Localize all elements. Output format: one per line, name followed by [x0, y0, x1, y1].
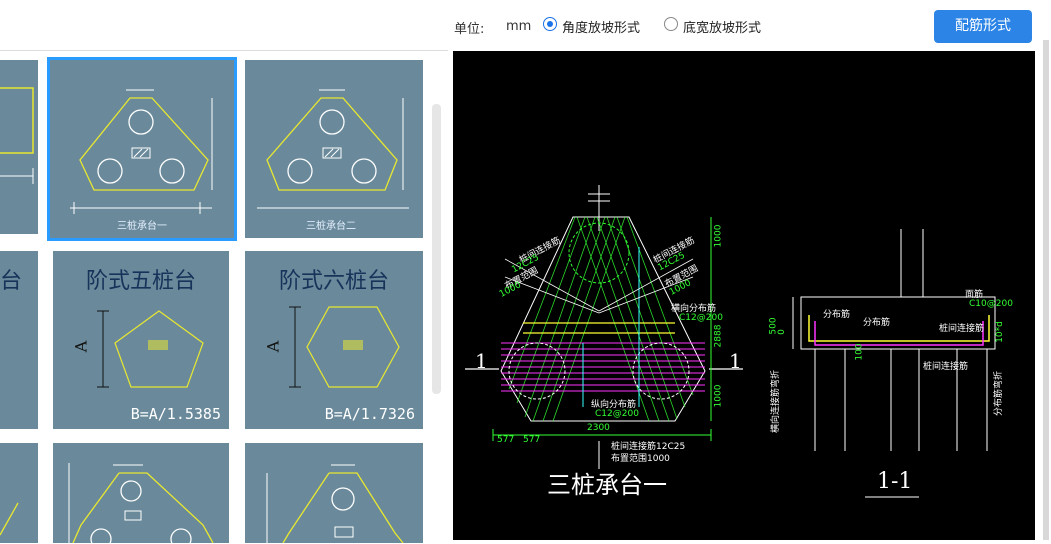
unit-value: mm	[506, 19, 532, 34]
dim-1000-top: 1000	[713, 224, 724, 248]
sec-label-dist-a: 分布筋	[823, 310, 851, 320]
dim-1000-bottom: 1000	[713, 384, 724, 408]
sec-label-top-right-value: C10@200	[969, 299, 1013, 309]
three-pile-1-diagram	[70, 89, 213, 214]
sec-dim-0: 0	[776, 329, 787, 335]
gallery-tile-r1c1[interactable]	[0, 60, 38, 234]
gallery-tile-r3c3[interactable]	[245, 443, 423, 543]
section-mark-right: 1	[729, 349, 742, 373]
window-scrollbar[interactable]	[1043, 40, 1049, 540]
six-pile-formula: B=A/1.7326	[324, 405, 415, 423]
tile-r3c1-shape	[0, 502, 19, 536]
sec-label-pile-rebar: 桩间连接筋	[939, 324, 985, 334]
sec-label-left-vertical: 横向连接筋弯折	[771, 369, 782, 434]
five-pile-dim-a: A	[71, 340, 91, 353]
gallery-tile-three-pile-1[interactable]: 三桩承台一	[47, 57, 237, 241]
three-pile-1-caption: 三桩承台一	[117, 221, 167, 232]
sec-dim-100: 100	[854, 343, 865, 361]
dim-2300: 2300	[587, 423, 610, 433]
toolbar: 单位: mm 角度放坡形式 底宽放坡形式 配筋形式	[0, 0, 1051, 50]
sec-label-right-vertical: 分布筋弯折	[994, 370, 1005, 417]
cad-drawing	[465, 185, 996, 498]
tile-r3c3-diagram	[266, 464, 404, 543]
radio-width-label[interactable]: 底宽放坡形式	[683, 17, 761, 36]
sec-label-dist-b: 分布筋	[863, 318, 891, 328]
six-pile-dim-a: A	[263, 340, 283, 353]
gallery-tile-r3c1[interactable]	[0, 443, 38, 543]
gallery-tile-r2c1[interactable]: 台	[0, 251, 38, 429]
drawing-section-title: 1-1	[877, 469, 913, 494]
gallery-tile-three-pile-2[interactable]: 三桩承台二	[245, 60, 423, 238]
label-layout-range-bottom: 布置范围1000	[611, 454, 670, 464]
sec-label-pile-rebar-b: 桩间连接筋	[923, 362, 969, 372]
three-pile-2-caption: 三桩承台二	[306, 221, 356, 232]
window-edge	[1036, 0, 1051, 540]
five-pile-formula: B=A/1.5385	[130, 405, 221, 423]
tile-r2c1-title: 台	[0, 269, 22, 294]
section-mark-left: 1	[475, 349, 488, 373]
tile-r3c2-diagram	[68, 463, 214, 543]
gallery-tile-five-pile[interactable]: 阶式五桩台 A B=A/1.5385	[53, 251, 229, 429]
gallery-tile-r3c2[interactable]	[53, 443, 229, 543]
tile-r1c1-shape	[0, 87, 34, 184]
dim-577-b: 577	[523, 435, 541, 445]
drawing-main-title: 三桩承台一	[547, 471, 667, 499]
rebar-form-button[interactable]: 配筋形式	[934, 10, 1032, 43]
radio-angle-mode[interactable]	[543, 17, 557, 31]
dim-2888: 2888	[713, 324, 724, 348]
rebar-drawing-preview: 三桩承台一 1-1 1 1 桩间连接筋 12C25 布置范围 1000 桩间连接…	[453, 51, 1035, 540]
label-cross-dist-value: C12@200	[679, 313, 723, 323]
three-pile-2-diagram	[257, 89, 409, 209]
shape-gallery: 三桩承台一 三桩承台二 台 阶式五桩台 A B=A/1.5385 阶式六桩台 A…	[0, 50, 448, 543]
unit-label: 单位:	[454, 22, 485, 37]
dim-577-a: 577	[497, 435, 515, 445]
radio-angle-label[interactable]: 角度放坡形式	[562, 17, 640, 36]
sec-dim-10d: 10*d	[994, 321, 1005, 343]
radio-width-mode[interactable]	[664, 17, 678, 31]
label-long-dist-value: C12@200	[595, 409, 639, 419]
gallery-scrollbar[interactable]	[432, 104, 441, 394]
gallery-tile-six-pile[interactable]: 阶式六桩台 A B=A/1.7326	[245, 251, 423, 429]
